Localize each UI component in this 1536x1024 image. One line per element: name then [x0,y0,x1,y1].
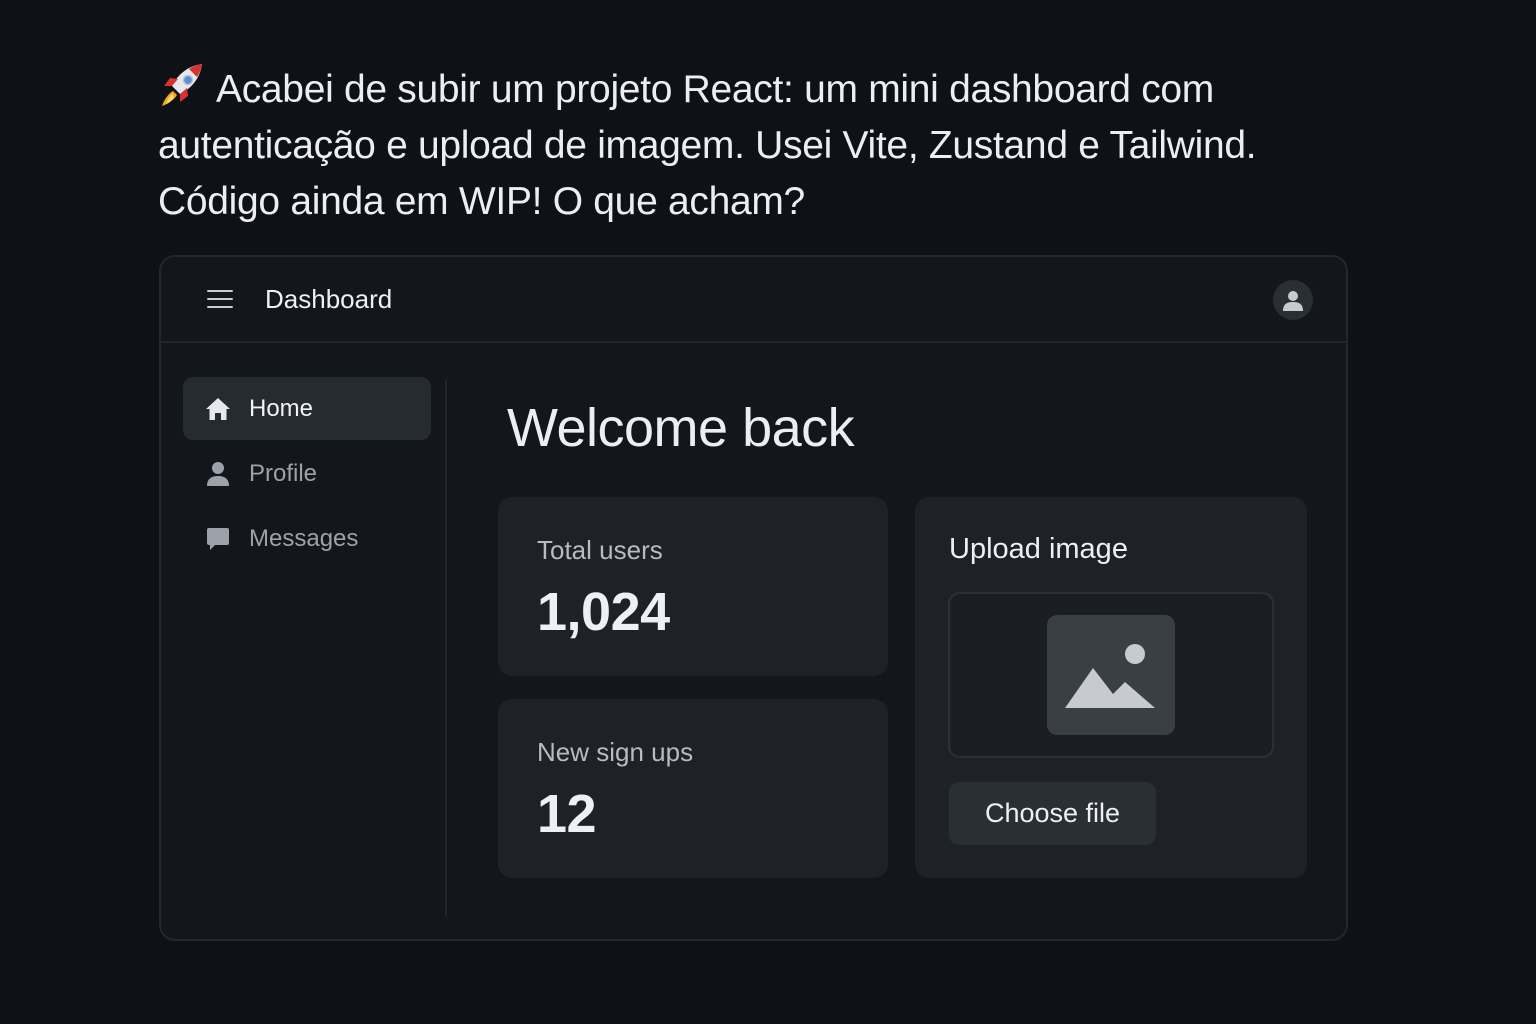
home-icon [205,396,231,422]
sidebar-divider [445,379,447,917]
sidebar-item-label: Home [249,394,314,422]
page-title: Welcome back [507,398,855,458]
sidebar-item-home[interactable]: Home [183,377,431,440]
sidebar-item-messages[interactable]: Messages [183,507,431,570]
post-line-1: Acabei de subir um projeto React: um min… [158,60,1358,118]
app-title: Dashboard [265,283,393,314]
sidebar-item-label: Profile [249,459,318,487]
stat-card-new-sign-ups: New sign ups 12 [498,699,888,878]
stat-label: Total users [537,535,663,565]
upload-title: Upload image [949,533,1128,565]
rocket-icon [162,64,202,106]
stat-value: 1,024 [537,582,670,642]
sidebar: Home Profile Messages [183,377,431,572]
message-icon [205,526,231,552]
stat-label: New sign ups [537,737,694,767]
post-line-2: autenticação e upload de imagem. Usei Vi… [158,124,1257,167]
post-text: Acabei de subir um projeto React: um min… [158,60,1358,230]
image-placeholder-icon [1047,615,1175,735]
menu-icon[interactable] [207,290,233,308]
dashboard-window: Dashboard Home Profile Messages Welcome … [159,255,1348,941]
sidebar-item-profile[interactable]: Profile [183,442,431,505]
user-avatar-icon [1283,291,1303,311]
top-bar: Dashboard [161,257,1346,343]
avatar[interactable] [1273,280,1313,320]
choose-file-button[interactable]: Choose file [949,782,1156,845]
image-dropzone[interactable] [948,592,1274,758]
upload-card: Upload image Choose file [915,497,1307,878]
stat-value: 12 [537,784,597,844]
sidebar-item-label: Messages [249,524,359,552]
user-icon [205,461,231,487]
stat-card-total-users: Total users 1,024 [498,497,888,676]
post-line-3: Código ainda em WIP! O que acham? [158,180,805,223]
